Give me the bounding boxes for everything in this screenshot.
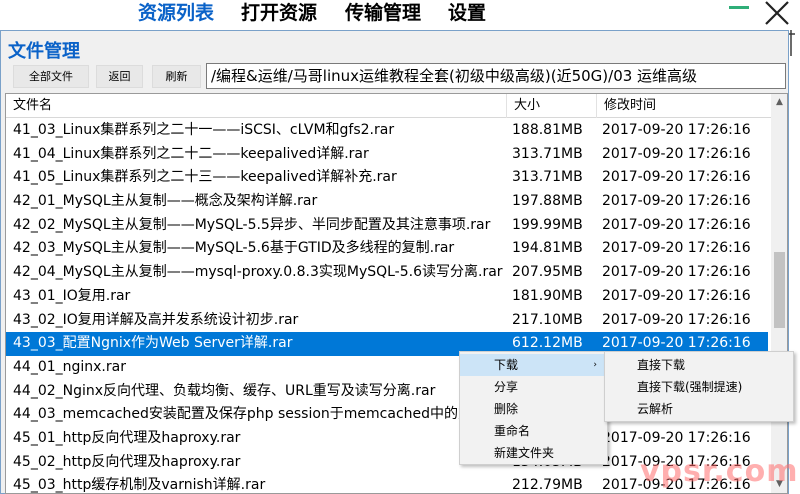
table-row[interactable]: 41_05_Linux集群系列之二十三——keepalived详解补充.rar 3… [6,166,768,190]
column-header-modified[interactable]: 修改时间 [596,94,771,118]
modified-time-cell: 2017-09-20 17:26:16 [602,240,751,257]
file-size-cell: 199.99MB [512,216,583,233]
modified-time-cell: 2017-09-20 17:26:16 [602,216,751,233]
file-name-cell: 41_03_Linux集群系列之二十一——iSCSI、cLVM和gfs2.rar [13,122,395,138]
scrollbar-thumb[interactable] [774,252,785,328]
file-name-cell: 41_05_Linux集群系列之二十三——keepalived详解补充.rar [13,169,397,186]
file-size-cell: 217.10MB [512,311,583,328]
minimize-icon[interactable] [729,6,749,9]
menu-item-direct-download-boost[interactable]: 直接下载(强制提速) [605,376,793,398]
download-submenu: 直接下载 直接下载(强制提速) 云解析 [604,351,794,422]
column-header-name[interactable]: 文件名 [6,94,506,118]
file-name-cell: 42_01_MySQL主从复制——概念及架构详解.rar [13,193,318,210]
file-name-cell: 44_01_nginx.rar [13,358,126,375]
refresh-button[interactable]: 刷新 [152,65,201,88]
tab-open-resource[interactable]: 打开资源 [241,1,317,25]
table-row[interactable]: 42_03_MySQL主从复制——MySQL-5.6基于GTID及多线程的复制.… [6,237,768,261]
table-row[interactable]: 41_03_Linux集群系列之二十一——iSCSI、cLVM和gfs2.rar… [6,119,768,143]
menu-item-download[interactable]: 下载 › [460,354,607,376]
tab-settings[interactable]: 设置 [448,1,486,25]
file-size-cell: 181.90MB [512,287,583,304]
back-button[interactable]: 返回 [96,65,143,88]
file-name-cell: 45_02_http反向代理及haproxy.rar [13,453,241,470]
modified-time-cell: 2017-09-20 17:26:16 [602,429,751,446]
file-size-cell: 188.81MB [512,122,583,138]
file-name-cell: 44_02_Nginx反向代理、负载均衡、缓存、URL重写及读写分离.rar [13,382,436,399]
file-name-cell: 44_03_memcached安装配置及保存php session于memcac… [13,406,487,423]
modified-time-cell: 2017-09-20 17:26:16 [602,122,751,138]
file-size-cell: 212.79MB [512,477,583,494]
file-name-cell: 43_02_IO复用详解及高并发系统设计初步.rar [13,311,299,328]
modified-time-cell: 2017-09-20 17:26:16 [602,264,751,281]
menu-item-new-folder[interactable]: 新建文件夹 [460,442,607,464]
modified-time-cell: 2017-09-20 17:26:16 [602,193,751,210]
submenu-arrow-icon: › [593,360,597,370]
all-files-button[interactable]: 全部文件 [13,65,89,88]
context-menu: 下载 › 分享 删除 重命名 新建文件夹 [459,351,608,465]
table-row[interactable]: 41_04_Linux集群系列之二十二——keepalived详解.rar 313… [6,143,768,167]
menu-item-rename[interactable]: 重命名 [460,420,607,442]
file-manager-panel: 文件管理 全部文件 返回 刷新 /编程&运维/马哥linux运维教程全套(初级中… [0,30,789,494]
path-input[interactable]: /编程&运维/马哥linux运维教程全套(初级中级高级)(近50G)/03 运维… [206,63,786,89]
file-list: 文件名 大小 修改时间 41_03_Linux集群系列之二十一——iSCSI、c… [5,93,788,494]
close-icon[interactable] [762,0,792,26]
menu-item-direct-download[interactable]: 直接下载 [605,354,793,376]
file-name-cell: 43_01_IO复用.rar [13,287,131,304]
file-name-cell: 42_04_MySQL主从复制——mysql-proxy.0.8.3实现MySQ… [13,264,503,281]
modified-time-cell: 2017-09-20 17:26:16 [602,145,751,162]
file-name-cell: 43_03_配置Ngnix作为Web Server详解.rar [13,335,293,352]
table-row[interactable]: 43_02_IO复用详解及高并发系统设计初步.rar 217.10MB 2017-0… [6,309,768,333]
table-row[interactable]: 45_01_http反向代理及haproxy.rar 2017-09-20 17:… [6,427,768,451]
watermark: vpsr.com [640,454,799,489]
table-row[interactable]: 43_01_IO复用.rar 181.90MB 2017-09-20 17:26:1… [6,285,768,309]
tab-transfer-manager[interactable]: 传输管理 [345,1,421,25]
table-row[interactable]: 42_02_MySQL主从复制——MySQL-5.5异步、半同步配置及其注意事项… [6,214,768,238]
column-header-size[interactable]: 大小 [506,94,596,118]
table-row[interactable]: 42_04_MySQL主从复制——mysql-proxy.0.8.3实现MySQ… [6,261,768,285]
file-size-cell: 313.71MB [512,169,583,186]
file-name-cell: 45_03_http缓存机制及varnish详解.rar [13,477,266,494]
panel-title: 文件管理 [8,41,80,62]
modified-time-cell: 2017-09-20 17:26:16 [602,169,751,186]
file-rows: 41_03_Linux集群系列之二十一——iSCSI、cLVM和gfs2.rar… [6,119,768,494]
menu-item-label: 下载 [494,358,519,372]
scroll-up-icon[interactable]: ▲ [771,94,787,111]
file-size-cell: 194.81MB [512,240,583,257]
top-nav-bar: 资源列表 打开资源 传输管理 设置 [0,0,800,29]
modified-time-cell: 2017-09-20 17:26:16 [602,311,751,328]
menu-item-cloud-parse[interactable]: 云解析 [605,398,793,420]
file-name-cell: 45_01_http反向代理及haproxy.rar [13,429,241,446]
tab-resource-list[interactable]: 资源列表 [138,1,214,25]
file-name-cell: 42_02_MySQL主从复制——MySQL-5.5异步、半同步配置及其注意事项… [13,216,491,233]
menu-item-share[interactable]: 分享 [460,376,607,398]
menu-item-delete[interactable]: 删除 [460,398,607,420]
vertical-scrollbar[interactable]: ▲ ▼ [771,94,787,493]
file-name-cell: 42_03_MySQL主从复制——MySQL-5.6基于GTID及多线程的复制.… [13,240,455,257]
list-header: 文件名 大小 修改时间 [6,94,771,118]
file-size-cell: 313.71MB [512,145,583,162]
file-size-cell: 197.88MB [512,193,583,210]
table-row[interactable]: 42_01_MySQL主从复制——概念及架构详解.rar 197.88MB 2017… [6,190,768,214]
file-name-cell: 41_04_Linux集群系列之二十二——keepalived详解.rar [13,145,369,162]
file-size-cell: 207.95MB [512,264,583,281]
modified-time-cell: 2017-09-20 17:26:16 [602,287,751,304]
